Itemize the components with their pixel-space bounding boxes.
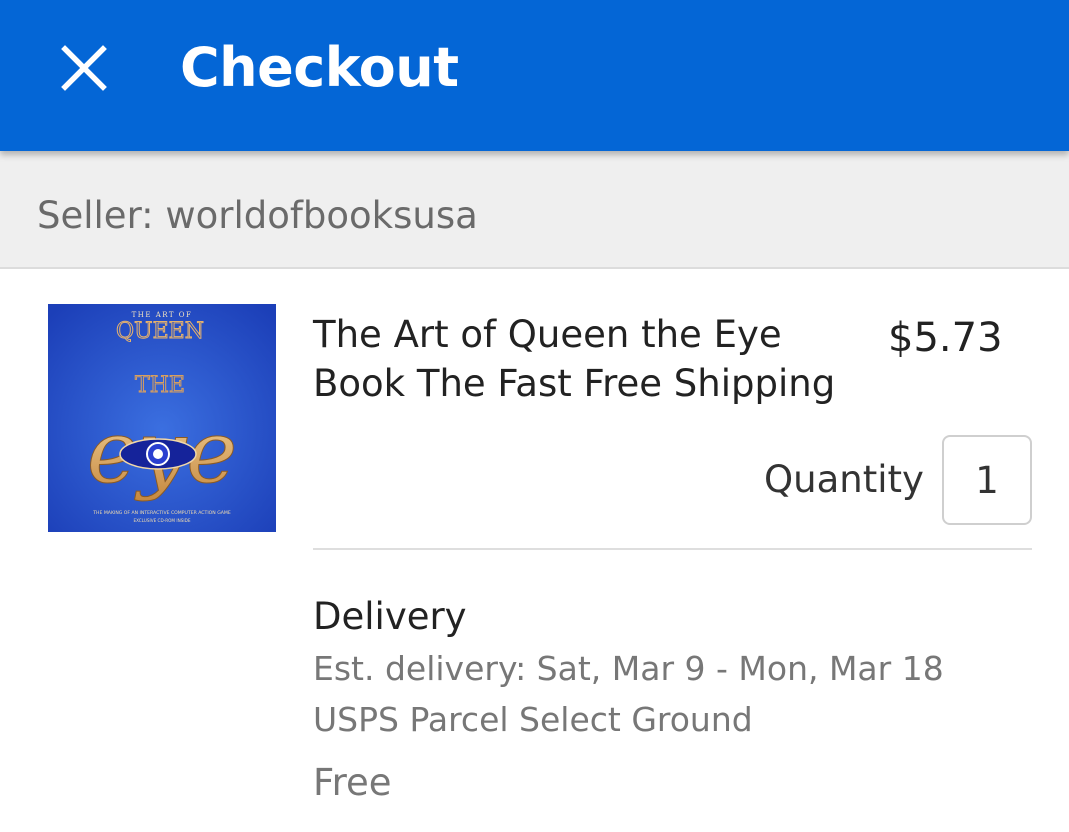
divider [313, 548, 1032, 550]
delivery-service[interactable]: USPS Parcel Select Ground [313, 697, 753, 743]
delivery-heading: Delivery [313, 595, 467, 638]
book-cover-image: THE ART OF QUEEN THE eye THE MAKING OF A… [48, 304, 276, 532]
product-image[interactable]: THE ART OF QUEEN THE eye THE MAKING OF A… [48, 304, 276, 532]
close-button[interactable] [44, 28, 124, 108]
cover-top-text: THE ART OF [132, 311, 193, 319]
seller-label: Seller: worldofbooksusa [37, 194, 478, 237]
page-title: Checkout [180, 36, 459, 99]
quantity-label: Quantity [764, 458, 924, 501]
quantity-selector[interactable]: 1 [942, 435, 1032, 525]
cover-sub-text-2: EXCLUSIVE CD-ROM INSIDE [134, 518, 191, 523]
cover-the-text: THE [135, 373, 185, 398]
cover-sub-text-1: THE MAKING OF AN INTERACTIVE COMPUTER AC… [92, 510, 231, 516]
close-icon [61, 45, 107, 91]
cover-queen-text: QUEEN [116, 319, 204, 344]
delivery-cost: Free [313, 761, 392, 804]
product-title[interactable]: The Art of Queen the Eye Book The Fast F… [313, 310, 878, 408]
app-bar: Checkout [0, 0, 1069, 151]
product-price: $5.73 [888, 315, 1003, 361]
delivery-estimate: Est. delivery: Sat, Mar 9 - Mon, Mar 18 [313, 649, 944, 688]
seller-bar: Seller: worldofbooksusa [0, 151, 1069, 269]
